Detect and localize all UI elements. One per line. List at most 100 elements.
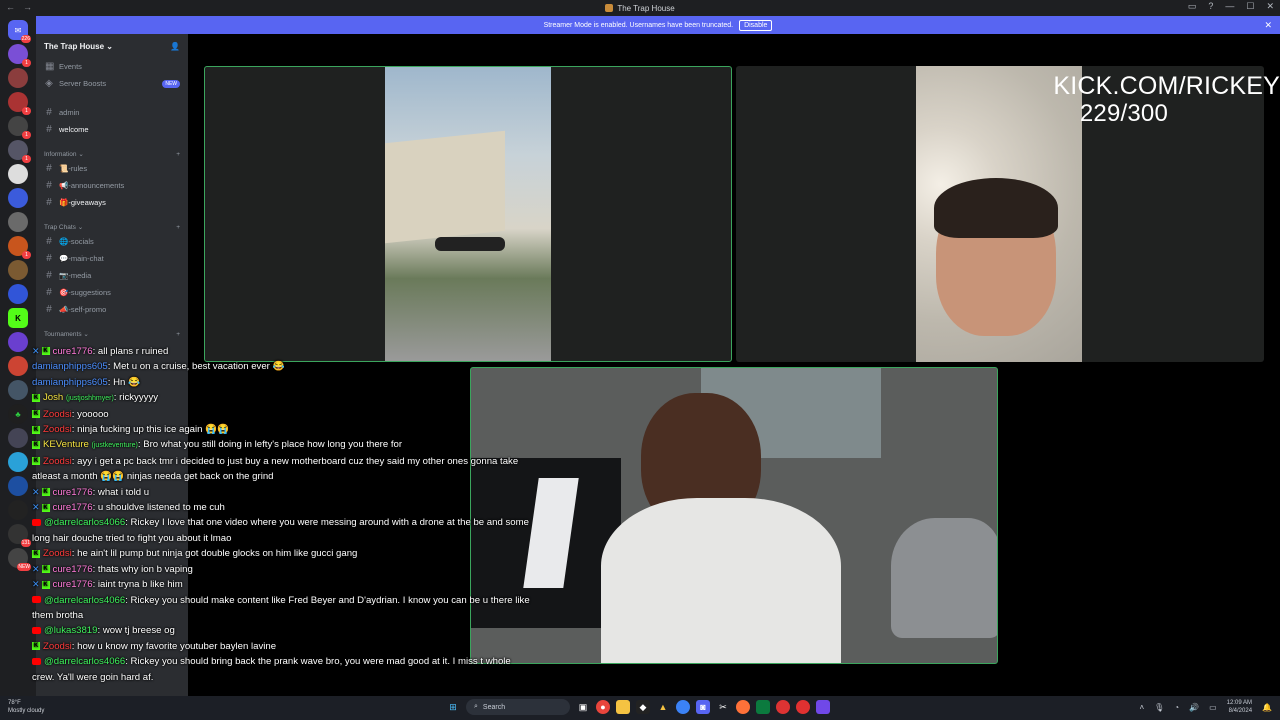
disable-streamer-mode-button[interactable]: Disable — [739, 19, 773, 31]
channel-welcome[interactable]: # welcome — [36, 121, 188, 138]
close-button[interactable]: ✕ — [1266, 1, 1274, 12]
video-tile-main-streamer[interactable] — [470, 367, 998, 664]
clover-icon[interactable]: ♣ — [8, 404, 28, 424]
add-member-icon[interactable]: 👤 — [170, 42, 180, 51]
server-icon[interactable]: NEW — [8, 548, 31, 571]
chat-username: Zoodsi — [43, 640, 72, 652]
task-view-icon[interactable]: ▣ — [576, 700, 590, 714]
nav-arrows: ← → — [6, 2, 32, 12]
mic-icon[interactable]: 🎙 — [1154, 703, 1164, 712]
channel-media[interactable]: # 📷-media — [36, 267, 188, 284]
app-icon[interactable] — [816, 700, 830, 714]
maximize-button[interactable]: ☐ — [1246, 1, 1254, 12]
server-icon[interactable] — [8, 452, 28, 472]
notifications-icon[interactable]: 🔔 — [1262, 703, 1272, 712]
chevron-up-icon[interactable]: ˄ — [1139, 703, 1144, 712]
mod-badge-icon: ✕ — [32, 346, 40, 356]
category-tournaments[interactable]: Tournaments ⌄ + — [36, 324, 188, 340]
category-trap-chats[interactable]: Trap Chats ⌄ + — [36, 217, 188, 233]
channel-announcements[interactable]: # 📢-announcements — [36, 177, 188, 194]
battery-icon[interactable]: ▭ — [1209, 703, 1217, 712]
server-boosts-item[interactable]: ◈ Server Boosts NEW — [36, 75, 188, 92]
streamer-mode-banner: Streamer Mode is enabled. Usernames have… — [36, 16, 1280, 34]
server-icon[interactable] — [8, 164, 28, 184]
add-channel-icon[interactable]: + — [176, 331, 180, 338]
app-icon[interactable] — [676, 700, 690, 714]
mod-badge-icon: ✕ — [32, 563, 40, 574]
firefox-icon[interactable] — [736, 700, 750, 714]
chat-username: Zoodsi — [43, 424, 72, 436]
server-icon[interactable] — [8, 212, 28, 232]
chat-text: Met u on a cruise, best vacation ever 😂 — [113, 361, 285, 373]
app-icon[interactable] — [776, 700, 790, 714]
minimize-button[interactable]: — — [1225, 1, 1234, 12]
discord-icon[interactable]: ◙ — [696, 700, 710, 714]
chat-username: @darrelcarlos4066 — [44, 517, 126, 529]
kick-icon[interactable]: K — [8, 308, 28, 328]
server-icon[interactable] — [8, 188, 28, 208]
server-rail: ✉ 226 1 1 1 1 1 K ♣ 131 NEW — [0, 16, 36, 696]
server-icon[interactable] — [8, 260, 28, 280]
windows-start-icon[interactable]: ⊞ — [446, 700, 460, 714]
direct-messages-icon[interactable]: ✉ 226 — [8, 20, 31, 43]
record-icon[interactable] — [796, 700, 810, 714]
server-icon[interactable] — [8, 356, 28, 376]
add-channel-icon[interactable]: + — [176, 151, 180, 158]
volume-icon[interactable]: 🔊 — [1189, 703, 1199, 712]
weather-widget[interactable]: 78°F Mostly cloudy — [8, 699, 44, 715]
server-icon[interactable] — [8, 500, 28, 520]
channel-socials[interactable]: # 🌐-socials — [36, 233, 188, 250]
system-tray: ˄ 🎙 ◔ 🔊 ▭ 12:09 AM 8/4/2024 🔔 — [1139, 699, 1272, 715]
video-tile-truck[interactable] — [204, 66, 732, 362]
back-arrow-icon[interactable]: ← — [6, 2, 15, 12]
chat-text: wow tj breese og — [102, 625, 175, 637]
server-icon[interactable] — [8, 332, 28, 352]
server-icon[interactable]: 1 — [8, 140, 31, 163]
clock[interactable]: 12:09 AM 8/4/2024 — [1227, 699, 1252, 715]
channel-admin[interactable]: # admin — [36, 104, 188, 121]
app-icon[interactable]: ◆ — [636, 700, 650, 714]
capcut-icon[interactable]: ✂ — [716, 700, 730, 714]
search-icon: ⌕ — [474, 703, 478, 710]
chat-message: @lukas3819: wow tj breese og — [32, 623, 532, 638]
server-icon[interactable]: 1 — [8, 92, 31, 115]
clock-time: 12:09 AM — [1226, 700, 1253, 706]
server-icon[interactable]: 1 — [8, 116, 31, 139]
category-information[interactable]: Information ⌄ + — [36, 144, 188, 160]
forward-arrow-icon[interactable]: → — [23, 2, 32, 12]
add-channel-icon[interactable]: + — [176, 224, 180, 231]
unread-badge: 1 — [22, 155, 31, 163]
chat-overlay: ✕ Kcure1776: all plans r ruined damianphip… — [32, 344, 532, 685]
channel-suggestions[interactable]: # 🎯-suggestions — [36, 284, 188, 301]
taskbar-search[interactable]: ⌕ Search — [466, 699, 570, 715]
channel-main-chat[interactable]: # 💬-main-chat — [36, 250, 188, 267]
server-icon[interactable] — [8, 428, 28, 448]
youtube-badge-icon — [32, 627, 41, 635]
server-icon[interactable] — [8, 476, 28, 496]
kick-overlay: KICK.COM/RICKEY 229/300 — [1053, 72, 1280, 128]
server-icon[interactable] — [8, 284, 28, 304]
guild-header[interactable]: The Trap House ⌄ 👤 — [36, 34, 188, 58]
channel-giveaways[interactable]: # 🎁-giveaways — [36, 194, 188, 211]
inbox-icon[interactable]: ▭ — [1188, 1, 1197, 12]
chat-username: Josh — [43, 392, 64, 404]
warning-app-icon[interactable]: ▲ — [656, 700, 670, 714]
close-banner-icon[interactable]: ✕ — [1264, 20, 1272, 31]
youtube-badge-icon — [32, 658, 41, 666]
channel-rules[interactable]: # 📜-rules — [36, 160, 188, 177]
channel-self-promo[interactable]: # 📣-self-promo — [36, 301, 188, 318]
server-icon[interactable] — [8, 380, 28, 400]
server-icon[interactable] — [8, 68, 28, 88]
chrome-icon[interactable]: ● — [596, 700, 610, 714]
window-title: The Trap House — [605, 4, 675, 13]
events-item[interactable]: ▦ Events — [36, 58, 188, 75]
file-explorer-icon[interactable] — [616, 700, 630, 714]
kick-badge-icon: K — [41, 565, 50, 574]
server-icon[interactable]: 1 — [8, 236, 31, 259]
server-icon[interactable]: 131 — [8, 524, 31, 547]
server-icon[interactable]: 1 — [8, 44, 31, 67]
wifi-icon[interactable]: ◔ — [1174, 703, 1179, 712]
app-icon[interactable] — [756, 700, 770, 714]
help-icon[interactable]: ? — [1208, 1, 1213, 12]
person-shirt-shape — [601, 498, 841, 663]
